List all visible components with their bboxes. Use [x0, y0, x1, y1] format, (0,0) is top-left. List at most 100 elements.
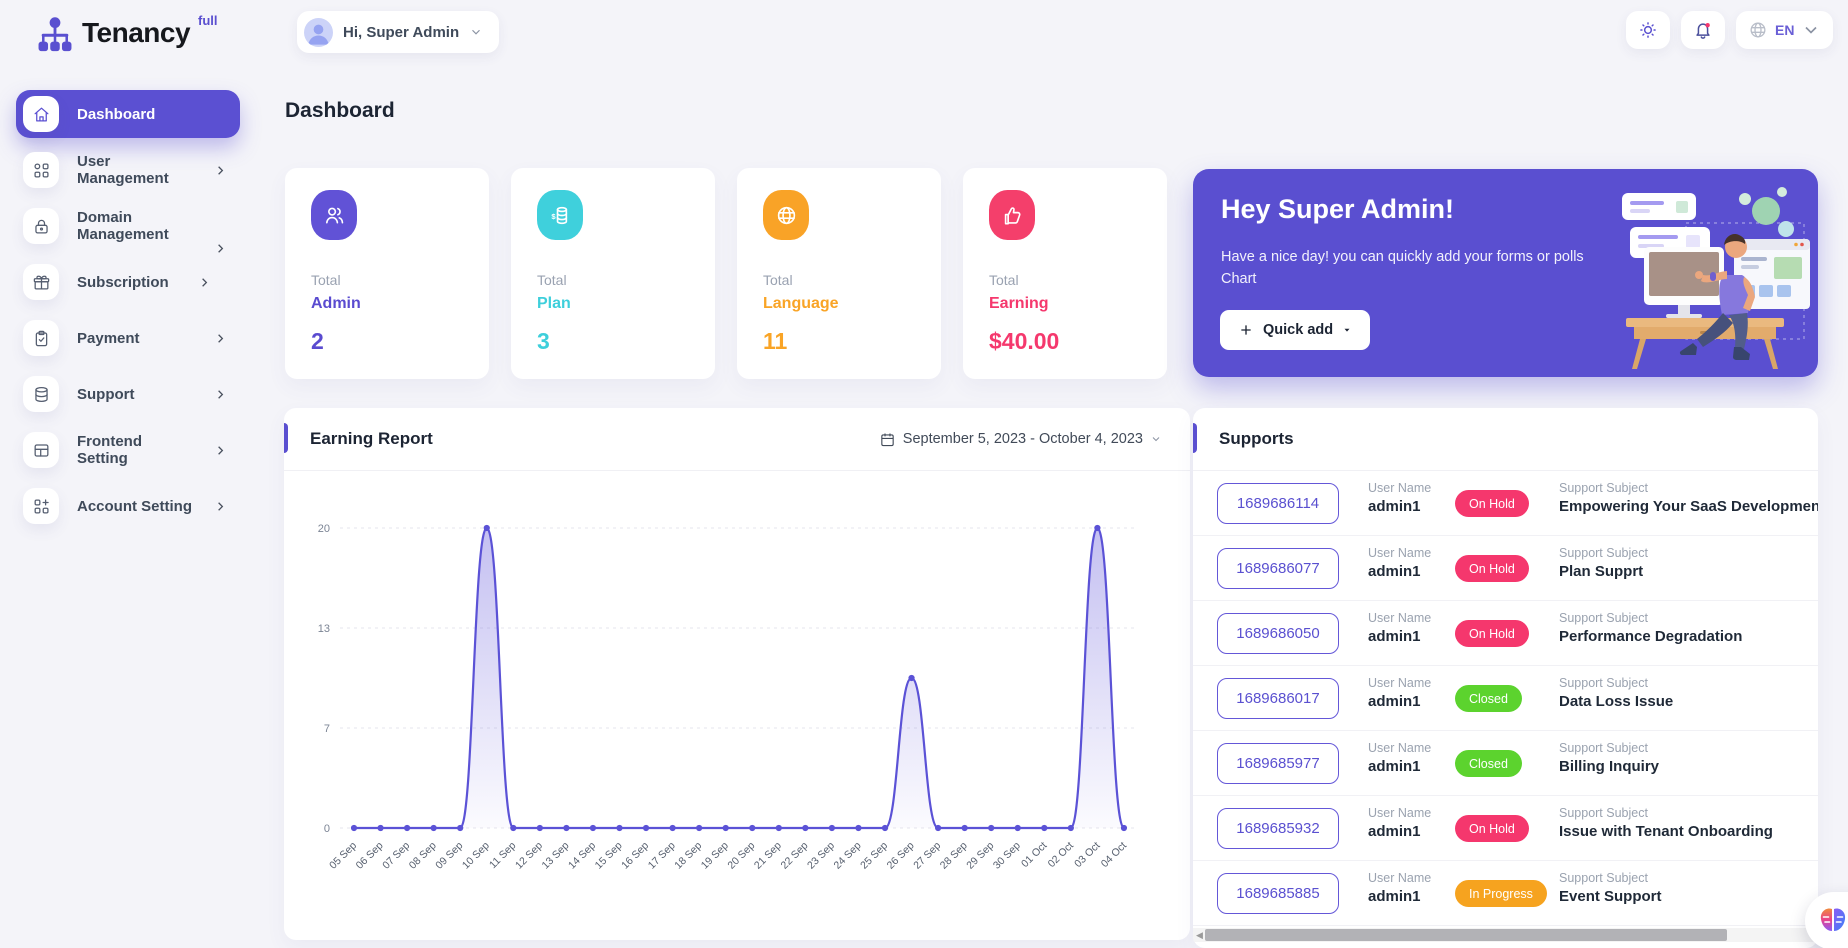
- language-selector[interactable]: EN: [1736, 11, 1833, 49]
- ticket-id-button[interactable]: 1689686114: [1217, 483, 1339, 524]
- user-name-label: User Name: [1368, 676, 1431, 690]
- user-name-value: admin1: [1368, 758, 1431, 775]
- svg-text:$: $: [551, 211, 556, 220]
- sidebar-item-dashboard[interactable]: Dashboard: [16, 90, 240, 138]
- support-row: 1689686114 User Name admin1 On Hold Supp…: [1193, 471, 1818, 536]
- svg-text:11 Sep: 11 Sep: [487, 840, 519, 872]
- app-logo: Tenancy full: [36, 12, 218, 56]
- user-name-label: User Name: [1368, 546, 1431, 560]
- welcome-title: Hey Super Admin!: [1221, 194, 1454, 225]
- earning-report-card: Earning Report September 5, 2023 - Octob…: [284, 408, 1190, 940]
- support-row: 1689686077 User Name admin1 On Hold Supp…: [1193, 536, 1818, 601]
- earning-report-header: Earning Report September 5, 2023 - Octob…: [284, 408, 1190, 471]
- chevron-right-icon: [213, 387, 228, 402]
- svg-text:08 Sep: 08 Sep: [407, 840, 439, 872]
- user-name-label: User Name: [1368, 741, 1431, 755]
- stat-name: Admin: [311, 295, 463, 313]
- user-name-value: admin1: [1368, 628, 1431, 645]
- sidebar-item-account-setting[interactable]: Account Setting: [16, 482, 240, 530]
- chevron-right-icon: [213, 443, 228, 458]
- user-name-value: admin1: [1368, 693, 1431, 710]
- svg-text:02 Oct: 02 Oct: [1046, 840, 1076, 870]
- status-badge: Closed: [1455, 750, 1522, 777]
- sidebar-item-payment[interactable]: Payment: [16, 314, 240, 362]
- support-subject-label: Support Subject: [1559, 871, 1662, 885]
- ticket-id-button[interactable]: 1689686050: [1217, 613, 1339, 654]
- svg-text:25 Sep: 25 Sep: [858, 840, 890, 872]
- chevron-down-icon: [1150, 433, 1162, 445]
- support-row: 1689685977 User Name admin1 Closed Suppo…: [1193, 731, 1818, 796]
- date-range-text: September 5, 2023 - October 4, 2023: [903, 431, 1143, 447]
- avatar: [304, 18, 333, 47]
- coins-icon: $: [549, 204, 572, 227]
- scrollbar-thumb[interactable]: [1205, 929, 1727, 941]
- user-grid-icon: [32, 161, 51, 180]
- date-range-picker[interactable]: September 5, 2023 - October 4, 2023: [879, 431, 1162, 448]
- support-subject-label: Support Subject: [1559, 676, 1673, 690]
- earning-report-title: Earning Report: [310, 429, 433, 449]
- notifications-button[interactable]: [1681, 11, 1725, 49]
- calendar-icon: [879, 431, 896, 448]
- lock-icon: [32, 217, 51, 236]
- svg-text:21 Sep: 21 Sep: [752, 840, 784, 872]
- svg-text:07 Sep: 07 Sep: [380, 840, 412, 872]
- stat-prefix: Total: [311, 272, 463, 288]
- svg-text:16 Sep: 16 Sep: [619, 840, 651, 872]
- svg-text:22 Sep: 22 Sep: [778, 840, 810, 872]
- chevron-right-icon: [213, 499, 228, 514]
- database-icon: [32, 385, 51, 404]
- svg-text:20 Sep: 20 Sep: [725, 840, 757, 872]
- accent-bar: [1193, 423, 1197, 453]
- welcome-banner: Hey Super Admin! Have a nice day! you ca…: [1193, 169, 1818, 377]
- stat-name: Plan: [537, 295, 689, 313]
- sidebar-item-frontend-setting[interactable]: Frontend Setting: [16, 426, 240, 474]
- grid-plus-icon: [32, 497, 51, 516]
- ticket-id-button[interactable]: 1689685885: [1217, 873, 1339, 914]
- theme-toggle-button[interactable]: [1626, 11, 1670, 49]
- svg-text:20: 20: [318, 523, 330, 535]
- caret-down-icon: [1342, 325, 1352, 335]
- status-badge: In Progress: [1455, 880, 1547, 907]
- earning-area-chart: 20137005 Sep06 Sep07 Sep08 Sep09 Sep10 S…: [284, 472, 1190, 938]
- notification-bell-icon: [1693, 20, 1713, 40]
- chevron-right-icon: [213, 331, 228, 346]
- user-name-value: admin1: [1368, 823, 1431, 840]
- svg-text:23 Sep: 23 Sep: [805, 840, 837, 872]
- support-row: 1689685885 User Name admin1 In Progress …: [1193, 861, 1818, 926]
- ticket-id-button[interactable]: 1689685977: [1217, 743, 1339, 784]
- ticket-id-button[interactable]: 1689686017: [1217, 678, 1339, 719]
- chevron-down-icon: [469, 25, 483, 39]
- svg-text:01 Oct: 01 Oct: [1019, 840, 1049, 870]
- user-menu[interactable]: Hi, Super Admin: [297, 11, 499, 53]
- ticket-id-button[interactable]: 1689685932: [1217, 808, 1339, 849]
- sidebar-item-subscription[interactable]: Subscription: [16, 258, 240, 306]
- quick-add-button[interactable]: Quick add: [1220, 310, 1370, 350]
- thumbs-up-icon: [1001, 204, 1024, 227]
- user-name-label: User Name: [1368, 806, 1431, 820]
- svg-text:09 Sep: 09 Sep: [433, 840, 465, 872]
- sidebar-item-support[interactable]: Support: [16, 370, 240, 418]
- svg-text:28 Sep: 28 Sep: [938, 840, 970, 872]
- sidebar-item-user-management[interactable]: User Management: [16, 146, 240, 194]
- sidebar-item-domain-management[interactable]: Domain Management: [16, 202, 240, 250]
- svg-text:29 Sep: 29 Sep: [964, 840, 996, 872]
- chevron-right-icon: [197, 275, 212, 290]
- stat-value: 3: [537, 328, 689, 355]
- svg-text:15 Sep: 15 Sep: [593, 840, 625, 872]
- user-name-label: User Name: [1368, 611, 1431, 625]
- svg-text:27 Sep: 27 Sep: [911, 840, 943, 872]
- ticket-id-button[interactable]: 1689686077: [1217, 548, 1339, 589]
- horizontal-scrollbar[interactable]: ◀: [1193, 928, 1818, 942]
- stat-card-language: Total Language 11: [737, 168, 941, 379]
- dashboard-page: Tenancy full Hi, Super Admin EN: [0, 0, 1848, 948]
- chevron-right-icon: [213, 163, 228, 178]
- clipboard-icon: [32, 329, 51, 348]
- accent-bar: [284, 423, 288, 453]
- chevron-down-icon: [1801, 20, 1821, 40]
- svg-text:19 Sep: 19 Sep: [699, 840, 731, 872]
- svg-text:26 Sep: 26 Sep: [885, 840, 917, 872]
- svg-text:10 Sep: 10 Sep: [460, 840, 492, 872]
- support-subject-value: Event Support: [1559, 888, 1662, 905]
- brain-icon: [1817, 905, 1848, 937]
- svg-text:14 Sep: 14 Sep: [566, 840, 598, 872]
